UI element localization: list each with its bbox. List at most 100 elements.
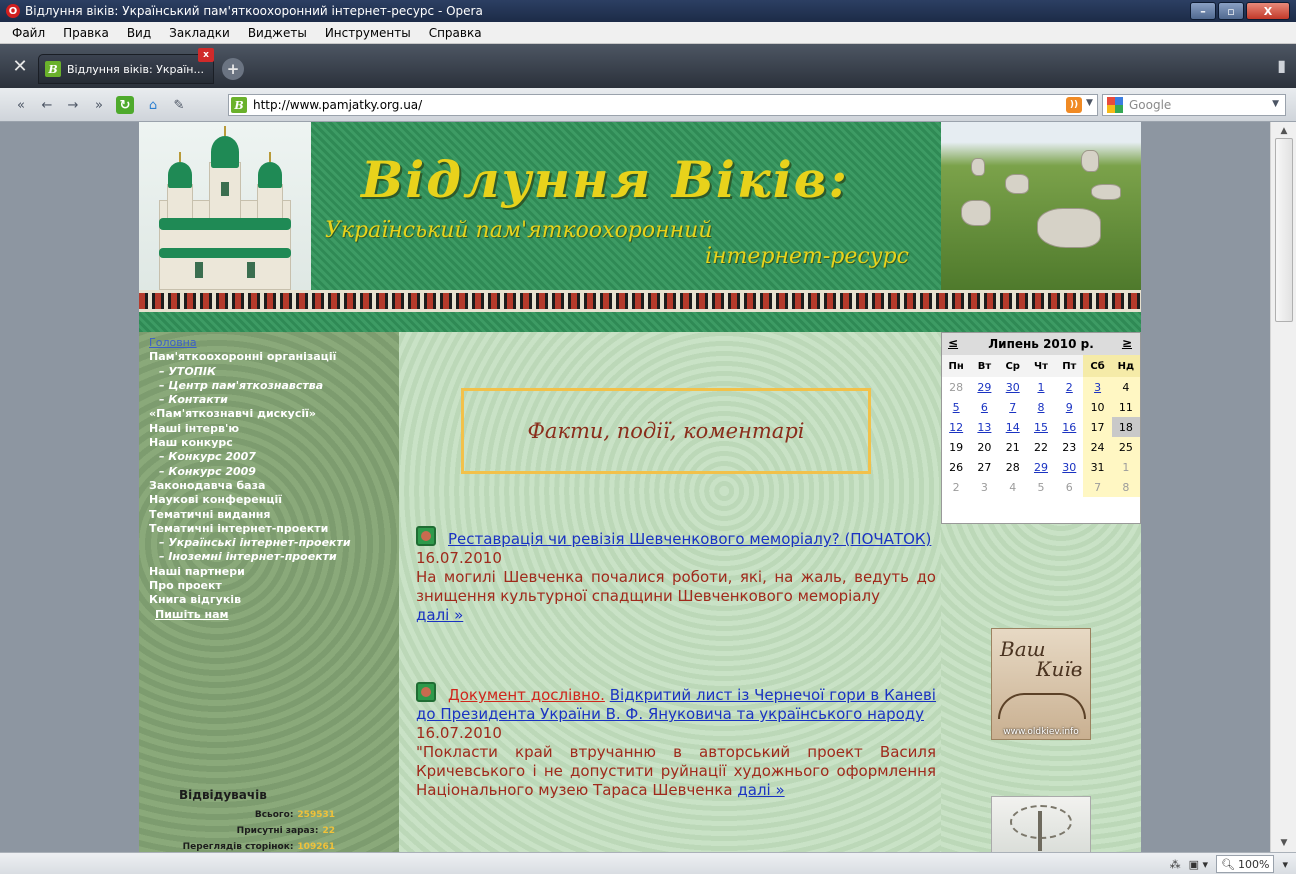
chevron-down-icon[interactable]: ▼ bbox=[1272, 99, 1279, 109]
calendar-day[interactable]: 30 bbox=[999, 377, 1027, 397]
fast-forward-icon[interactable]: » bbox=[88, 96, 110, 114]
main-content: Факти, події, коментарі Реставрація чи р… bbox=[399, 332, 941, 852]
calendar-header: ≤ Липень 2010 р. ≥ bbox=[942, 333, 1140, 355]
tree-banner[interactable] bbox=[991, 796, 1091, 852]
calendar-day[interactable]: 7 bbox=[999, 397, 1027, 417]
menu-file[interactable]: Файл bbox=[12, 26, 45, 40]
article-thumbnail-icon[interactable] bbox=[416, 526, 436, 546]
sidebar-menu-item[interactable]: – Конкурс 2007 bbox=[149, 450, 351, 464]
zoom-dropdown-icon[interactable]: ▾ bbox=[1282, 858, 1288, 871]
sidebar-menu-item[interactable]: Головна bbox=[149, 336, 351, 350]
article-prefix-link[interactable]: Документ дослівно. bbox=[448, 686, 605, 704]
visitors-views: Переглядів сторінок: 109261 bbox=[183, 842, 335, 852]
calendar-day[interactable]: 16 bbox=[1055, 417, 1083, 437]
site-favicon-icon: В bbox=[231, 97, 247, 113]
trash-icon[interactable]: ▮ bbox=[1277, 56, 1286, 75]
calendar-day[interactable]: 15 bbox=[1027, 417, 1055, 437]
search-input[interactable]: Google ▼ bbox=[1102, 94, 1286, 116]
chevron-down-icon[interactable]: ▼ bbox=[1086, 98, 1093, 108]
menu-widgets[interactable]: Виджеты bbox=[248, 26, 307, 40]
sidebar-menu-item[interactable]: Наукові конференції bbox=[149, 493, 351, 507]
church-photo bbox=[139, 122, 311, 290]
rss-icon[interactable]: )) bbox=[1066, 97, 1082, 113]
sidebar-menu-item[interactable]: – Іноземні інтернет-проекти bbox=[149, 550, 351, 564]
sidebar-menu-item[interactable]: – Конкурс 2009 bbox=[149, 465, 351, 479]
right-column: ≤ Липень 2010 р. ≥ Пн Вт Ср Чт Пт Сб Нд 28 29 30 1… bbox=[941, 332, 1141, 852]
visitors-views-label: Переглядів сторінок: bbox=[182, 842, 294, 852]
menu-edit[interactable]: Правка bbox=[63, 26, 109, 40]
sidebar-menu-item[interactable]: Законодавча база bbox=[149, 479, 351, 493]
image-toggle-icon[interactable]: ▣ ▾ bbox=[1189, 858, 1208, 871]
calendar-day[interactable]: 2 bbox=[1055, 377, 1083, 397]
title-bar: O Відлуння віків: Український пам'яткоох… bbox=[0, 0, 1296, 22]
calendar-day[interactable]: 30 bbox=[1055, 457, 1083, 477]
scroll-down-icon[interactable]: ▼ bbox=[1271, 836, 1296, 850]
sidebar-menu-item[interactable]: Пишіть нам bbox=[149, 608, 351, 622]
calendar-day[interactable]: 29 bbox=[970, 377, 998, 397]
article-more-link[interactable]: далі » bbox=[416, 606, 463, 624]
vertical-scrollbar[interactable]: ▲ ▼ bbox=[1270, 122, 1296, 852]
tab-close-button[interactable]: x bbox=[198, 48, 214, 62]
calendar-day[interactable]: 1 bbox=[1027, 377, 1055, 397]
calendar-day: 28 bbox=[949, 380, 964, 394]
sidebar-menu-item[interactable]: Тематичні видання bbox=[149, 508, 351, 522]
sidebar-menu-item[interactable]: – Контакти bbox=[149, 393, 351, 407]
facts-heading: Факти, події, коментарі bbox=[461, 388, 871, 474]
edit-pencil-icon[interactable]: ✎ bbox=[168, 96, 190, 114]
scroll-up-icon[interactable]: ▲ bbox=[1271, 124, 1296, 138]
reload-icon[interactable]: ↻ bbox=[116, 96, 134, 114]
site-subtitle-line1: Український пам'яткоохоронний bbox=[325, 218, 713, 243]
tools-icon[interactable]: ✕ bbox=[8, 54, 32, 78]
calendar-day[interactable]: 5 bbox=[942, 397, 970, 417]
calendar-day[interactable]: 6 bbox=[970, 397, 998, 417]
zoom-control[interactable]: 🔍︎ 100% bbox=[1216, 855, 1275, 873]
calendar-next-month[interactable]: ≥ bbox=[1122, 336, 1132, 350]
header-strip bbox=[139, 312, 1141, 332]
menu-bookmarks[interactable]: Закладки bbox=[169, 26, 230, 40]
sidebar-menu-item[interactable]: – Українські інтернет-проекти bbox=[149, 536, 351, 550]
sidebar-menu-item[interactable]: Книга відгуків bbox=[149, 593, 351, 607]
calendar-day[interactable]: 9 bbox=[1055, 397, 1083, 417]
calendar-day[interactable]: 29 bbox=[1027, 457, 1055, 477]
calendar-day[interactable]: 13 bbox=[970, 417, 998, 437]
calendar-day[interactable]: 3 bbox=[1083, 377, 1112, 397]
menu-view[interactable]: Вид bbox=[127, 26, 151, 40]
sidebar-menu-item[interactable]: – УТОПІК bbox=[149, 365, 351, 379]
sidebar-menu-item[interactable]: Про проект bbox=[149, 579, 351, 593]
sidebar-menu-item[interactable]: Наш конкурс bbox=[149, 436, 351, 450]
banner-url: www.oldkiev.info bbox=[1003, 727, 1079, 737]
calendar-weekday: Сб bbox=[1083, 355, 1112, 377]
tab-bar: ✕ В Відлуння віків: Україн... x + ▮ bbox=[0, 44, 1296, 88]
menu-help[interactable]: Справка bbox=[429, 26, 482, 40]
sidebar-menu-item[interactable]: Наші партнери bbox=[149, 565, 351, 579]
tab-active[interactable]: В Відлуння віків: Україн... bbox=[38, 54, 214, 84]
status-bar: ⁂ ▣ ▾ 🔍︎ 100% ▾ bbox=[0, 852, 1296, 874]
maximize-button[interactable]: ▫ bbox=[1218, 2, 1244, 20]
sidebar-menu-item[interactable]: Пам'яткоохоронні організації bbox=[149, 350, 351, 364]
oldkiev-banner[interactable]: Ваш Київ www.oldkiev.info bbox=[991, 628, 1091, 740]
sidebar-menu-item[interactable]: Наші інтерв'ю bbox=[149, 422, 351, 436]
scroll-thumb[interactable] bbox=[1275, 138, 1293, 322]
calendar-prev-month[interactable]: ≤ bbox=[948, 336, 958, 350]
speed-dial-icon[interactable]: ⁂ bbox=[1170, 858, 1181, 871]
forward-icon[interactable]: → bbox=[62, 96, 84, 114]
menu-tools[interactable]: Инструменты bbox=[325, 26, 411, 40]
calendar-day[interactable]: 12 bbox=[942, 417, 970, 437]
rewind-icon[interactable]: « bbox=[10, 96, 32, 114]
back-icon[interactable]: ← bbox=[36, 96, 58, 114]
calendar-day[interactable]: 8 bbox=[1027, 397, 1055, 417]
calendar-day: 19 bbox=[949, 440, 964, 454]
close-window-button[interactable]: X bbox=[1246, 2, 1290, 20]
minimize-button[interactable]: – bbox=[1190, 2, 1216, 20]
calendar-day[interactable]: 14 bbox=[999, 417, 1027, 437]
sidebar-menu-item[interactable]: «Пам'яткознавчі дискусії» bbox=[149, 407, 351, 421]
article-title-link[interactable]: Реставрація чи ревізія Шевченкового мемо… bbox=[448, 530, 931, 548]
banner-text: Київ bbox=[1036, 657, 1083, 681]
home-icon[interactable]: ⌂ bbox=[142, 96, 164, 114]
new-tab-button[interactable]: + bbox=[222, 58, 244, 80]
sidebar-menu-item[interactable]: – Центр пам'яткознавства bbox=[149, 379, 351, 393]
article-more-link[interactable]: далі » bbox=[737, 781, 784, 799]
sidebar-menu-item[interactable]: Тематичні інтернет-проекти bbox=[149, 522, 351, 536]
address-field[interactable]: В http://www.pamjatky.org.ua/ bbox=[228, 94, 1098, 116]
article-thumbnail-icon[interactable] bbox=[416, 682, 436, 702]
